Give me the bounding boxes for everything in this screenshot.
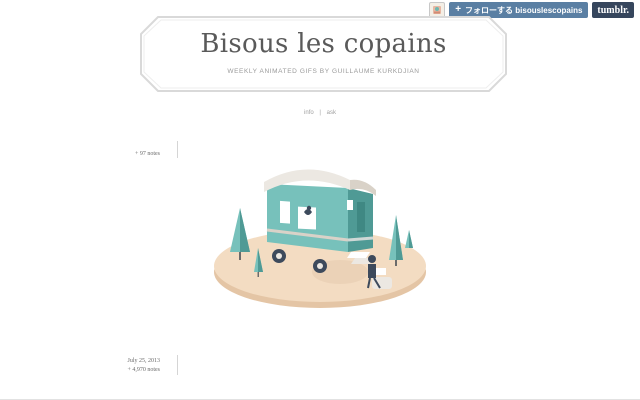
post-divider bbox=[177, 355, 178, 375]
post-divider bbox=[177, 141, 178, 158]
tumblr-logo-button[interactable]: tumblr. bbox=[592, 2, 634, 18]
tree-right-small bbox=[405, 230, 413, 248]
post-notes-link[interactable]: + 97 notes bbox=[100, 150, 160, 159]
post-date-link[interactable]: July 25, 2013 bbox=[100, 357, 160, 366]
post-meta-2: July 25, 2013 + 4,970 notes bbox=[100, 357, 160, 375]
caravan-illustration[interactable] bbox=[210, 160, 430, 310]
post-notes-link[interactable]: + 4,970 notes bbox=[100, 366, 160, 375]
caravan-gif bbox=[214, 169, 426, 308]
page-title[interactable]: Bisous les copains bbox=[140, 29, 507, 59]
follow-label: フォローする bisouslescopains bbox=[465, 5, 583, 15]
nav-ask-link[interactable]: ask bbox=[325, 110, 338, 116]
nav-separator: | bbox=[319, 110, 321, 116]
avatar-icon bbox=[433, 6, 442, 14]
post-meta-1: + 97 notes bbox=[100, 150, 160, 159]
top-nav: info | ask bbox=[0, 110, 640, 116]
plus-icon: + bbox=[455, 4, 462, 15]
nav-info-link[interactable]: info bbox=[302, 110, 316, 116]
page-subtitle: WEEKLY ANIMATED GIFS BY GUILLAUME KURKDJ… bbox=[227, 68, 420, 75]
site-header: Bisous les copains WEEKLY ANIMATED GIFS … bbox=[140, 16, 507, 92]
